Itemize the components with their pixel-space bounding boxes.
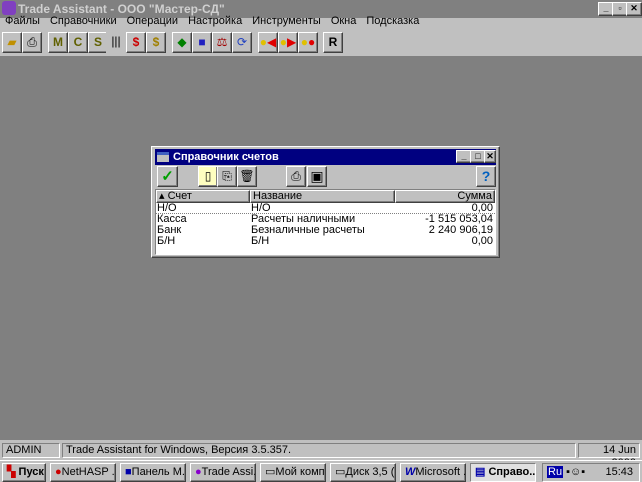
accounts-table: ▴ Счет Название Сумма Н/О Н/О 0,00 Касса Ра… (155, 189, 496, 255)
column-label: Счет (167, 190, 192, 202)
report-m-button[interactable]: M (48, 32, 68, 53)
menu-bar: Файлы Справочники Операции Настройка Инс… (0, 13, 642, 30)
barcode-button[interactable]: ||| (106, 32, 126, 53)
table-row[interactable]: Б/Н Б/Н 0,00 (156, 236, 495, 247)
accounts-window: Справочник счетов _ □ ✕ ✓ ▯ ⎘ 🗑 ⎙ ▣ ? ▴ … (151, 146, 500, 258)
document-r-button[interactable]: R (323, 32, 343, 53)
task-label: Диск 3,5 (... (345, 466, 395, 478)
table-row[interactable]: Банк Безналичные расчеты 2 240 906,19 (156, 225, 495, 236)
menu-references[interactable]: Справочники (45, 13, 122, 30)
open-folder-button[interactable]: ▰ (2, 32, 22, 53)
task-nethasp[interactable]: ●NetHASP ... (50, 463, 116, 482)
arrow-both-button[interactable]: ●● (298, 32, 318, 53)
start-label: Пуск (18, 466, 44, 478)
money-bag-button[interactable]: $ (146, 32, 166, 53)
new-record-button[interactable]: ▯ (198, 166, 218, 187)
task-label: Microsoft ... (415, 466, 466, 478)
copy-record-button[interactable]: ⎘ (217, 166, 237, 187)
task-microsoft-word[interactable]: WMicrosoft ... (400, 463, 466, 482)
print-button[interactable]: ⎙ (22, 32, 42, 53)
ok-button[interactable]: ✓ (157, 166, 178, 187)
clock[interactable]: 15:43 (605, 464, 633, 481)
save-button[interactable]: ▣ (307, 166, 327, 187)
arrow-right-button[interactable]: ●▶ (278, 32, 298, 53)
column-label: Название (253, 190, 303, 202)
window-close-button[interactable]: ✕ (484, 150, 496, 163)
menu-settings[interactable]: Настройка (183, 13, 247, 30)
cell-name: Б/Н (251, 235, 270, 247)
window-title: Справочник счетов (173, 151, 279, 163)
delete-button[interactable]: 🗑 (237, 166, 257, 187)
window-icon (157, 152, 169, 162)
help-button[interactable]: ? (476, 166, 496, 187)
arrow-left-button[interactable]: ●◀ (258, 32, 278, 53)
task-control-panel[interactable]: ■Панель М... (120, 463, 186, 482)
system-tray: Ru ▪☺▪ 15:43 (542, 463, 640, 482)
currency-exchange-button[interactable]: $ (126, 32, 146, 53)
task-label: Мой комп... (275, 466, 325, 478)
status-message: Trade Assistant for Windows, Версия 3.5.… (62, 443, 576, 458)
refresh-button[interactable]: ⟳ (232, 32, 252, 53)
windows-logo-icon: ▚ (7, 466, 16, 478)
menu-files[interactable]: Файлы (0, 13, 45, 30)
task-label: Trade Assi... (201, 466, 256, 478)
report-c-button[interactable]: C (68, 32, 88, 53)
main-toolbar: ▰ ⎙ M C S ||| $ $ ◆ ■ ⚖ ⟳ ●◀ ●▶ ●● R (0, 32, 642, 54)
task-label: Справо... (488, 466, 536, 478)
goods-button[interactable]: ◆ (172, 32, 192, 53)
status-date: 14 Jun 2000 (578, 443, 640, 469)
cell-sum: 0,00 (471, 235, 493, 247)
task-floppy-drive[interactable]: ▭Диск 3,5 (... (330, 463, 396, 482)
accounts-window-title-bar: Справочник счетов _ □ ✕ (155, 149, 496, 165)
start-button[interactable]: ▚ Пуск (2, 463, 46, 482)
task-trade-assistant[interactable]: ●Trade Assi... (190, 463, 256, 482)
scales-button[interactable]: ⚖ (212, 32, 232, 53)
task-label: Панель М... (131, 466, 186, 478)
cell-account: Б/Н (157, 235, 176, 247)
menu-help[interactable]: Подсказка (361, 13, 424, 30)
column-header-name[interactable]: Название (250, 190, 395, 203)
status-user: ADMIN (2, 443, 60, 458)
box-button[interactable]: ■ (192, 32, 212, 53)
taskbar: ▚ Пуск ●NetHASP ... ■Панель М... ●Trade … (0, 460, 642, 482)
column-label: Сумма (457, 190, 492, 202)
tray-icons[interactable]: ▪☺▪ (566, 466, 585, 478)
task-label: NetHASP ... (61, 466, 116, 478)
menu-operations[interactable]: Операции (122, 13, 183, 30)
task-my-computer[interactable]: ▭Мой комп... (260, 463, 326, 482)
menu-tools[interactable]: Инструменты (247, 13, 326, 30)
language-indicator[interactable]: Ru (547, 466, 564, 478)
report-s-button[interactable]: S (88, 32, 108, 53)
status-bar: ADMIN Trade Assistant for Windows, Верси… (0, 442, 642, 469)
menu-windows[interactable]: Окна (326, 13, 362, 30)
print-button[interactable]: ⎙ (286, 166, 306, 187)
task-accounts[interactable]: ▤ Справо... (470, 463, 536, 482)
